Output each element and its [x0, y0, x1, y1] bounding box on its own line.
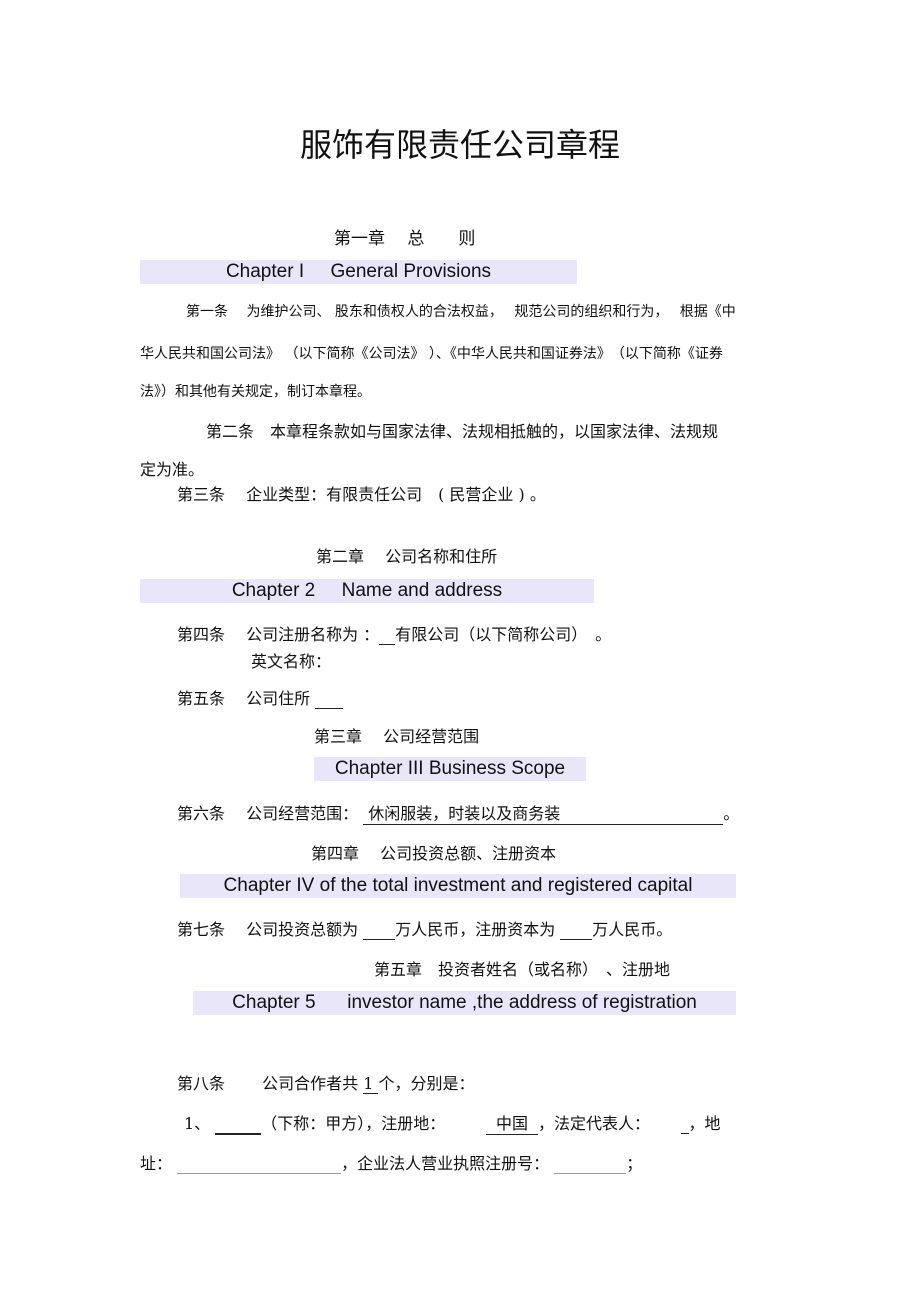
article-5: 第五条 公司住所: [177, 685, 344, 709]
chapter-3-cn: 第三章 公司经营范围: [314, 727, 480, 746]
article-7: 第七条 公司投资总额为 万人民币，注册资本为 万人民币。: [177, 916, 672, 940]
article-4-english-name: 英文名称：: [251, 652, 332, 671]
party-1-line2: 址： ，企业法人营业执照注册号： ；: [140, 1150, 642, 1174]
article-1-line1: 第一条 为维护公司、 股东和债权人的合法权益， 规范公司的组织和行为， 根据《中: [186, 304, 736, 320]
article-4-label: 第四条 公司注册名称为 ：: [177, 625, 380, 644]
article-4-name: 有限公司（以下简称公司） 。: [395, 625, 612, 644]
legal-rep-label: ，法定代表人：: [537, 1114, 650, 1133]
license-label: ，企业法人营业执照注册号：: [341, 1154, 550, 1173]
article-2-line1: 第二条 本章程条款如与国家法律、法规相抵触的，以国家法律、法规规: [206, 422, 719, 441]
party-1-line1: 1、 （下称：甲方），注册地： 中国 ，法定代表人： ，地: [184, 1110, 721, 1135]
article-4-line1: 第四条 公司注册名称为 ： 有限公司（以下简称公司） 。: [177, 621, 611, 645]
chapter-4-cn: 第四章 公司投资总额、注册资本: [311, 844, 557, 863]
chapter-3-en: Chapter III Business Scope: [314, 757, 586, 781]
registration-country: 中国: [485, 1110, 538, 1135]
chapter-1-cn: 第一章 总 则: [334, 229, 476, 249]
article-8-label: 第八条 公司合作者共: [177, 1074, 359, 1093]
line-end: ；: [626, 1154, 643, 1173]
chapter-5-cn: 第五章 投资者姓名（或名称） 、注册地: [374, 960, 671, 979]
article-6-label: 第六条 公司经营范围：: [177, 804, 359, 823]
article-3: 第三条 企业类型：有限责任公司 ( 民营企业 ) 。: [177, 485, 546, 504]
address-label-start: ，地: [688, 1114, 721, 1133]
document-title: 服饰有限责任公司章程: [299, 126, 620, 164]
partner-count: 1: [363, 1074, 374, 1094]
chapter-4-en: Chapter IV of the total investment and r…: [180, 874, 736, 898]
party-number: 1、: [184, 1114, 211, 1133]
article-2-line2: 定为准。: [140, 460, 205, 479]
article-8-end: 个，分别是：: [378, 1074, 475, 1093]
document-page: 服饰有限责任公司章程 第一章 总 则 Chapter I General Pro…: [0, 0, 920, 1303]
article-5-label: 第五条 公司住所: [177, 689, 311, 708]
article-1-line3: 法》）和其他有关规定，制订本章程。: [140, 384, 371, 400]
article-7-label: 第七条 公司投资总额为: [177, 920, 359, 939]
article-6-end: 。: [723, 804, 740, 823]
article-7-mid: 万人民币，注册资本为: [395, 920, 556, 939]
article-7-end: 万人民币。: [592, 920, 673, 939]
article-6: 第六条 公司经营范围： 休闲服装，时装以及商务装。: [177, 800, 739, 825]
business-scope-value: 休闲服装，时装以及商务装: [363, 800, 724, 825]
chapter-5-en: Chapter 5 investor name ,the address of …: [193, 991, 736, 1015]
article-1-line2: 华人民共和国公司法》 （以下简称《公司法》 ）、《中华人民共和国证券法》 （以下…: [140, 346, 723, 362]
article-8: 第八条 公司合作者共 1 个，分别是：: [177, 1070, 474, 1094]
chapter-2-cn: 第二章 公司名称和住所: [316, 547, 498, 566]
chapter-1-en: Chapter I General Provisions: [140, 260, 577, 284]
party-label: （下称：甲方），注册地：: [261, 1114, 446, 1133]
chapter-2-en: Chapter 2 Name and address: [140, 579, 594, 603]
address-label-end: 址：: [140, 1154, 173, 1173]
